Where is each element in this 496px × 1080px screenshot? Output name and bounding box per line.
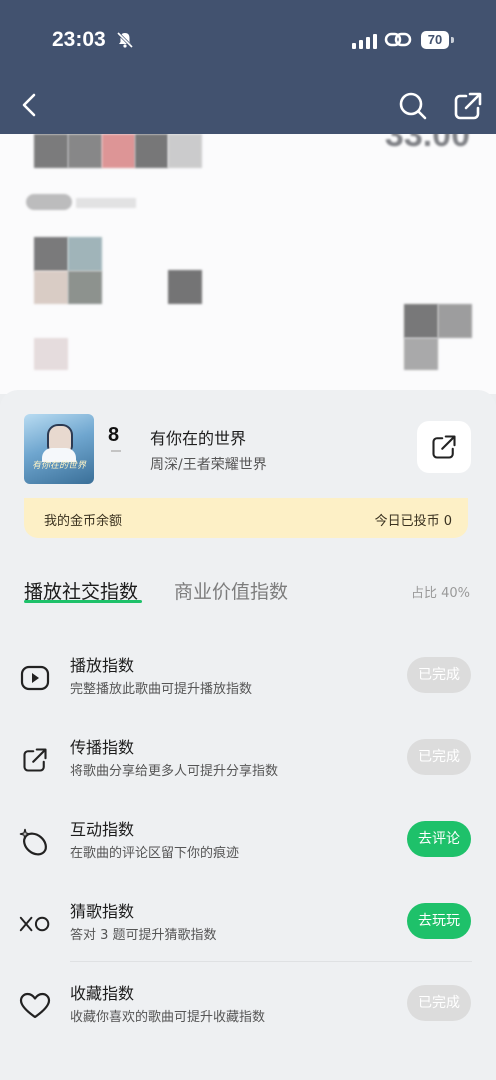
task-interaction-index: 互动指数 在歌曲的评论区留下你的痕迹 去评论 <box>0 810 496 882</box>
status-bar: 23:03 70 <box>0 0 496 80</box>
share-song-button[interactable] <box>417 421 471 473</box>
signal-icon <box>352 34 377 49</box>
heart-icon <box>19 990 51 1022</box>
share-icon <box>454 92 482 120</box>
task-guess-song-index: 猜歌指数 答对 3 题可提升猜歌指数 去玩玩 <box>0 892 496 964</box>
coin-balance-bar: 我的金币余额 今日已投币 0 <box>24 498 468 538</box>
ratio-label: 占比 40% <box>410 586 470 601</box>
search-button[interactable] <box>397 90 429 126</box>
task-title: 猜歌指数 <box>70 902 135 921</box>
share-icon <box>432 435 456 459</box>
task-status-button[interactable]: 已完成 <box>407 985 471 1021</box>
coin-balance-label: 我的金币余额 <box>44 514 123 529</box>
task-status-button[interactable]: 已完成 <box>407 657 471 693</box>
task-desc: 在歌曲的评论区留下你的痕迹 <box>70 846 240 861</box>
battery-cap <box>451 37 454 43</box>
song-title[interactable]: 有你在的世界 <box>150 425 246 449</box>
task-spread-index: 传播指数 将歌曲分享给更多人可提升分享指数 已完成 <box>0 728 496 800</box>
go-play-button[interactable]: 去玩玩 <box>407 903 471 939</box>
share-button[interactable] <box>452 90 484 126</box>
bell-off-icon <box>116 31 134 53</box>
task-title: 收藏指数 <box>70 984 135 1003</box>
share-icon <box>19 744 51 776</box>
background-veil <box>0 134 496 394</box>
chevron-left-icon <box>22 93 36 117</box>
task-favorite-index: 收藏指数 收藏你喜欢的歌曲可提升收藏指数 已完成 <box>0 974 496 1046</box>
task-title: 传播指数 <box>70 738 135 757</box>
back-button[interactable] <box>18 90 42 124</box>
link-icon <box>384 30 412 54</box>
task-status-button[interactable]: 已完成 <box>407 739 471 775</box>
coin-today-label: 今日已投币 0 <box>374 514 452 529</box>
task-play-index: 播放指数 完整播放此歌曲可提升播放指数 已完成 <box>0 646 496 718</box>
tic-tac-toe-icon <box>19 908 51 940</box>
comment-icon <box>19 826 51 858</box>
play-icon <box>19 662 51 694</box>
task-desc: 答对 3 题可提升猜歌指数 <box>70 928 217 943</box>
tab-commercial-value-index[interactable]: 商业价值指数 <box>174 577 288 604</box>
battery-icon: 70 <box>421 31 449 49</box>
active-tab-underline <box>24 600 142 603</box>
song-artist[interactable]: 周深/王者荣耀世界 <box>150 454 267 474</box>
nav-title-blurred <box>190 92 310 114</box>
song-row: 有你在的世界 8 有你在的世界 周深/王者荣耀世界 <box>24 414 472 486</box>
rank-number: 8 <box>108 424 120 446</box>
task-desc: 收藏你喜欢的歌曲可提升收藏指数 <box>70 1010 266 1025</box>
album-cover[interactable]: 有你在的世界 <box>24 414 94 484</box>
task-title: 播放指数 <box>70 656 135 675</box>
search-icon <box>399 92 427 120</box>
rank-change-dash <box>111 450 121 452</box>
nav-bar <box>0 80 496 134</box>
task-title: 互动指数 <box>70 820 135 839</box>
cover-title: 有你在的世界 <box>32 461 87 471</box>
task-desc: 将歌曲分享给更多人可提升分享指数 <box>70 764 279 779</box>
task-desc: 完整播放此歌曲可提升播放指数 <box>70 682 253 697</box>
divider <box>70 961 472 962</box>
go-comment-button[interactable]: 去评论 <box>407 821 471 857</box>
status-time: 23:03 <box>52 28 106 51</box>
bottom-sheet: 有你在的世界 8 有你在的世界 周深/王者荣耀世界 我的金币余额 今日已投币 0… <box>0 390 496 1080</box>
